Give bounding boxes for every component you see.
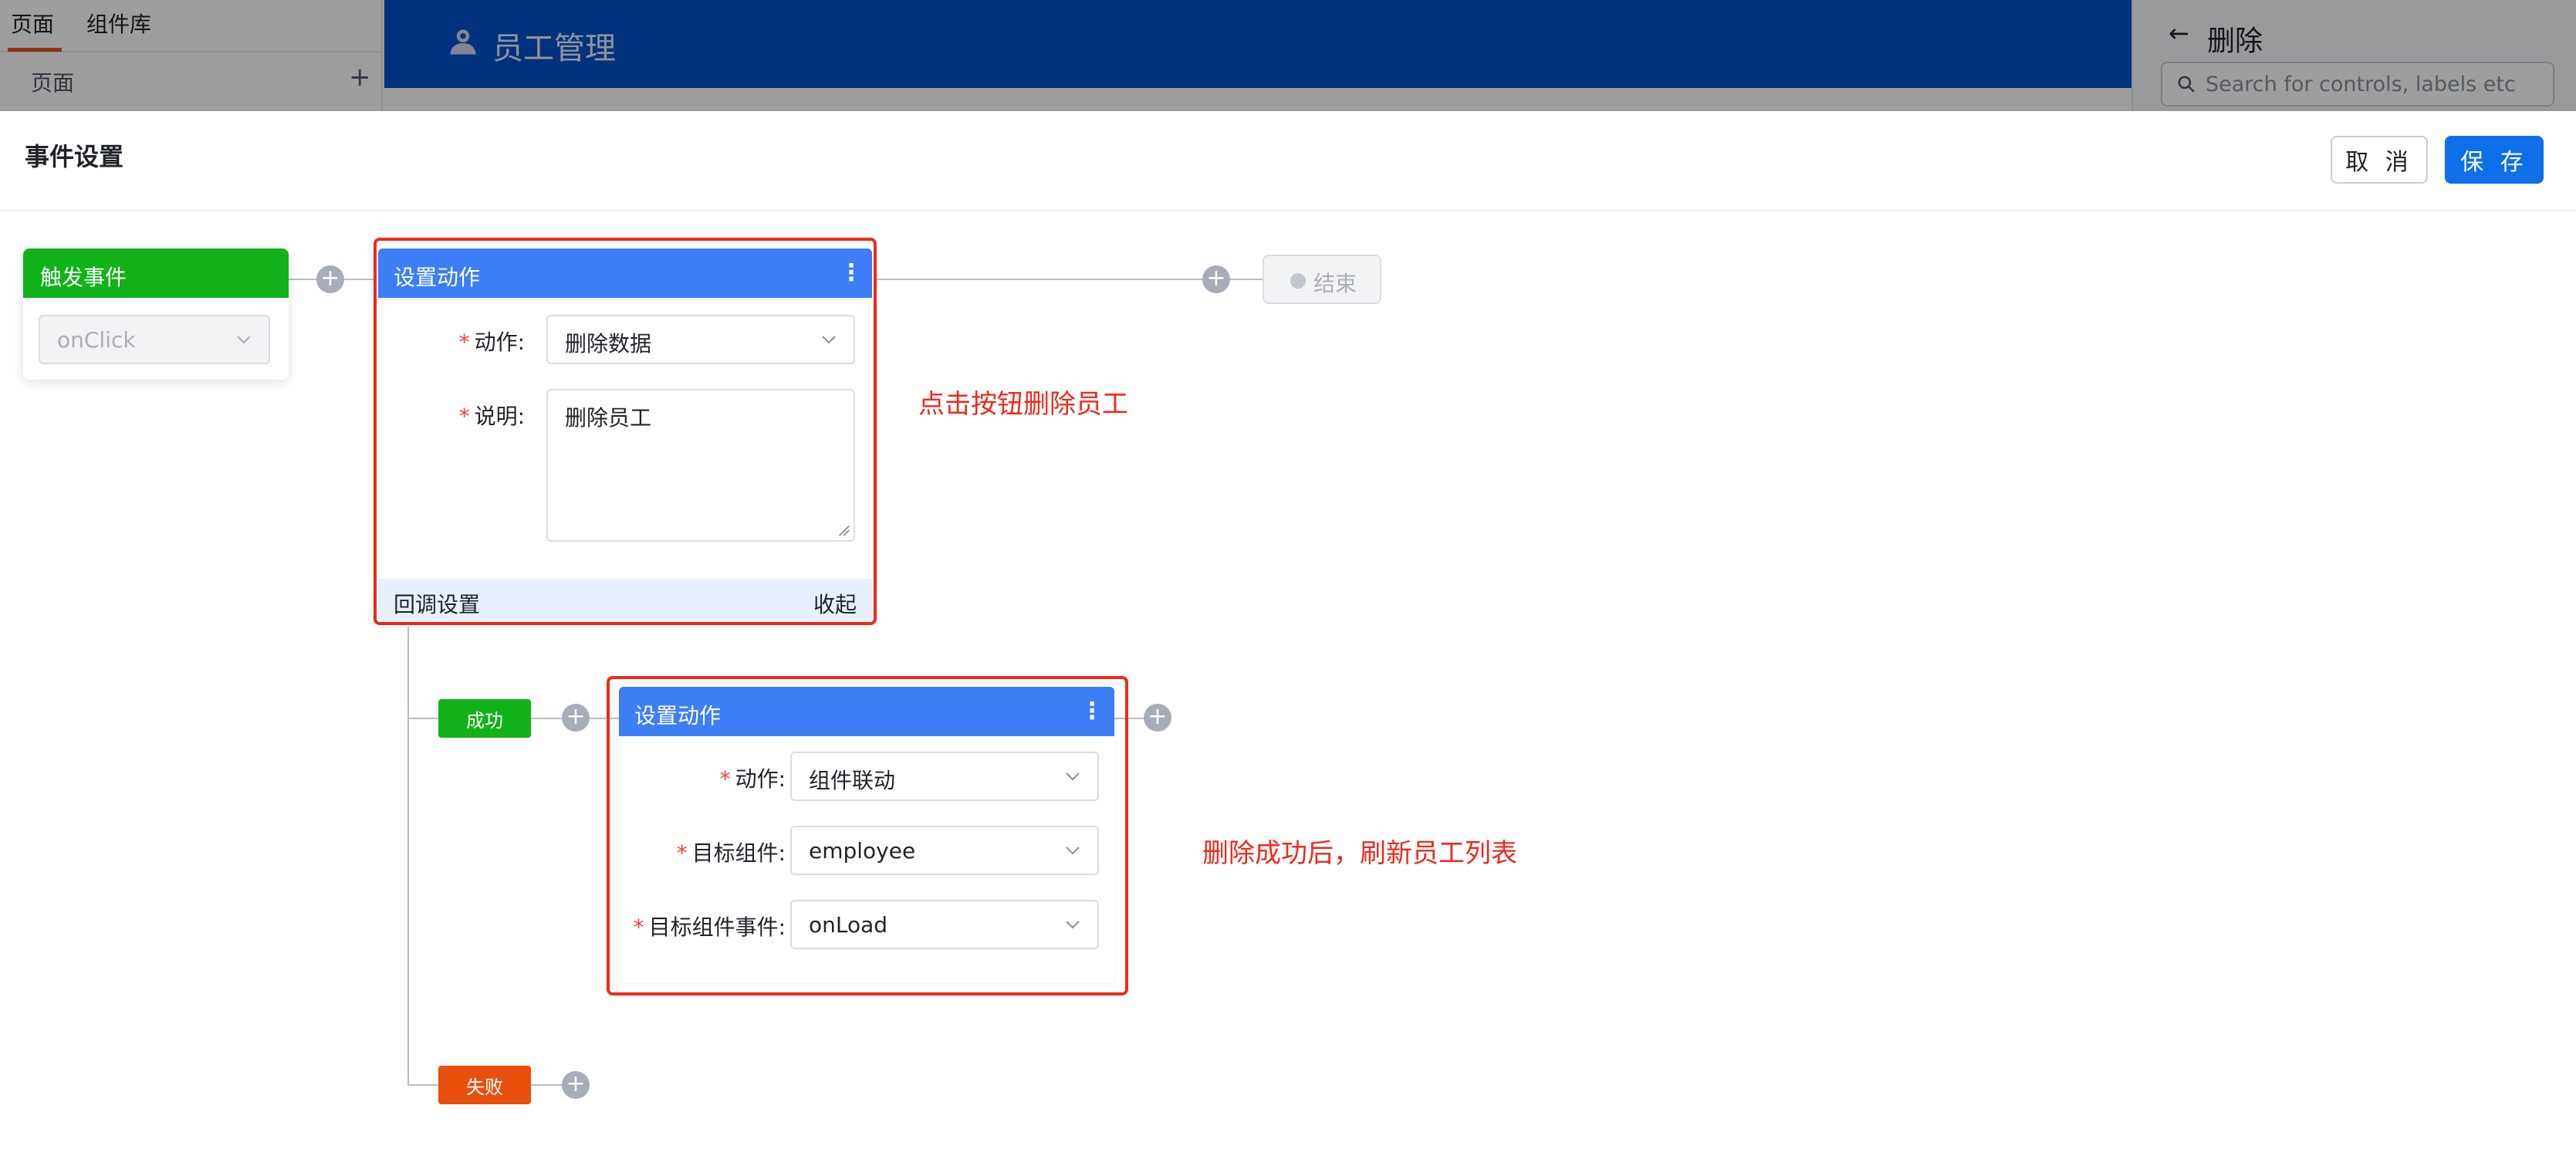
add-action-button[interactable]: +	[316, 265, 344, 293]
fail-branch-tag: 失败	[438, 1066, 531, 1104]
chevron-down-icon	[822, 336, 836, 344]
trigger-event-card: 触发事件 onClick	[23, 248, 289, 380]
success-branch-tag: 成功	[438, 699, 531, 738]
target-event-value: onLoad	[809, 912, 888, 938]
callback-settings-bar: 回调设置 收起	[378, 579, 872, 620]
action-type-select[interactable]: 删除数据	[546, 315, 855, 364]
trigger-event-select[interactable]: onClick	[39, 315, 270, 364]
chevron-down-icon	[1066, 772, 1080, 781]
add-fail-action-button[interactable]: +	[562, 1071, 590, 1099]
callback-settings-label: 回调设置	[394, 592, 481, 617]
target-component-select[interactable]: employee	[790, 826, 1099, 875]
end-node: 结束	[1263, 255, 1381, 304]
cancel-button[interactable]: 取 消	[2331, 136, 2428, 184]
description-field-label: * 说明:	[458, 404, 525, 429]
add-success-action-button[interactable]: +	[562, 704, 590, 732]
trigger-event-title: 触发事件	[23, 248, 289, 298]
description-textarea[interactable]: 删除员工	[546, 389, 855, 542]
dialog-title: 事件设置	[25, 142, 124, 171]
end-label: 结束	[1313, 271, 1357, 296]
annotation-delete-employee: 点击按钮删除员工	[918, 389, 1128, 420]
action-type-value: 删除数据	[565, 331, 652, 357]
target-event-select[interactable]: onLoad	[790, 900, 1099, 949]
add-action-button[interactable]: +	[1202, 265, 1230, 293]
action-card-delete: 设置动作 ⋮ * 动作: 删除数据 * 说明: 删除员工 回调设置 收起	[378, 248, 872, 620]
description-value: 删除员工	[565, 405, 652, 431]
modal-overlay	[0, 0, 2576, 111]
connector-line	[407, 718, 438, 719]
chevron-down-icon	[1066, 921, 1080, 929]
target-component-value: employee	[809, 838, 916, 864]
target-component-label: * 目标组件:	[676, 840, 786, 866]
action-field-label: * 动作:	[458, 330, 525, 355]
connector-line	[407, 627, 409, 1085]
collapse-link[interactable]: 收起	[813, 588, 857, 619]
target-event-label: * 目标组件事件:	[633, 914, 786, 940]
more-menu-icon[interactable]: ⋮	[1080, 698, 1104, 725]
dialog-header: 事件设置 取 消 保 存	[0, 111, 2576, 211]
action-field-label: * 动作:	[719, 766, 786, 792]
action-card-title: 设置动作	[619, 687, 1114, 736]
more-menu-icon[interactable]: ⋮	[840, 259, 863, 286]
chevron-down-icon	[237, 336, 251, 344]
action-card-linkage: 设置动作 ⋮ * 动作: 组件联动 * 目标组件: employee * 目标组件事件…	[619, 687, 1114, 983]
action-type-select[interactable]: 组件联动	[790, 752, 1099, 801]
add-action-button[interactable]: +	[1144, 704, 1171, 732]
background-app: 页面 组件库 页面 + 员工管理 ← 删除 Search for control…	[0, 0, 2576, 111]
trigger-event-value: onClick	[57, 327, 136, 353]
connector-line	[407, 1084, 438, 1086]
action-card-title: 设置动作	[378, 248, 872, 298]
action-type-value: 组件联动	[809, 768, 896, 793]
event-settings-dialog: 事件设置 取 消 保 存 触发事件 onClick + 设置动作 ⋮ * 动作: …	[0, 111, 2576, 1156]
annotation-refresh-list: 删除成功后，刷新员工列表	[1202, 838, 1517, 869]
resize-handle-icon[interactable]	[837, 523, 850, 537]
save-button[interactable]: 保 存	[2445, 136, 2544, 184]
chevron-down-icon	[1066, 847, 1080, 855]
end-dot-icon	[1290, 273, 1306, 289]
